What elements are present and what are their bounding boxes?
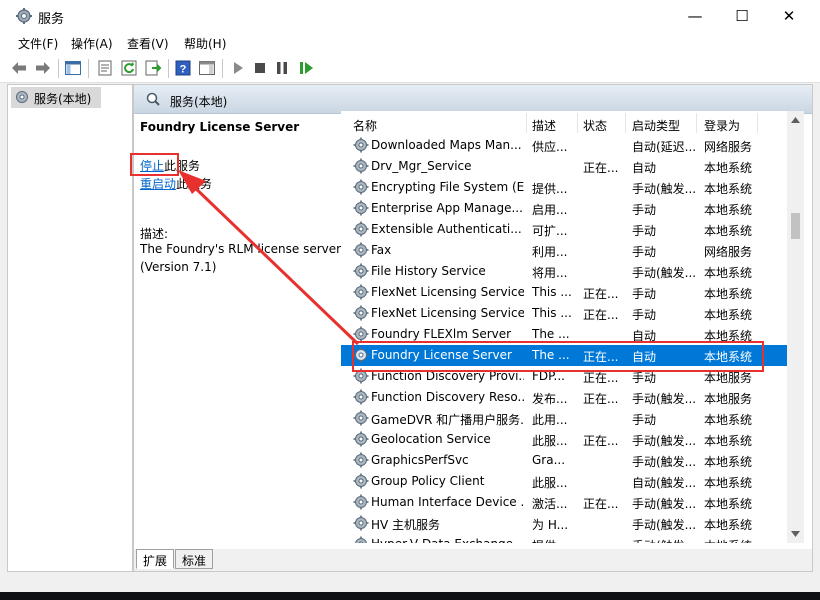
- services-window: 服务 — ☐ ✕ 文件(F) 操作(A) 查看(V) 帮助(H) ? 服务(本地…: [0, 0, 820, 592]
- annotation-arrow: [178, 170, 360, 346]
